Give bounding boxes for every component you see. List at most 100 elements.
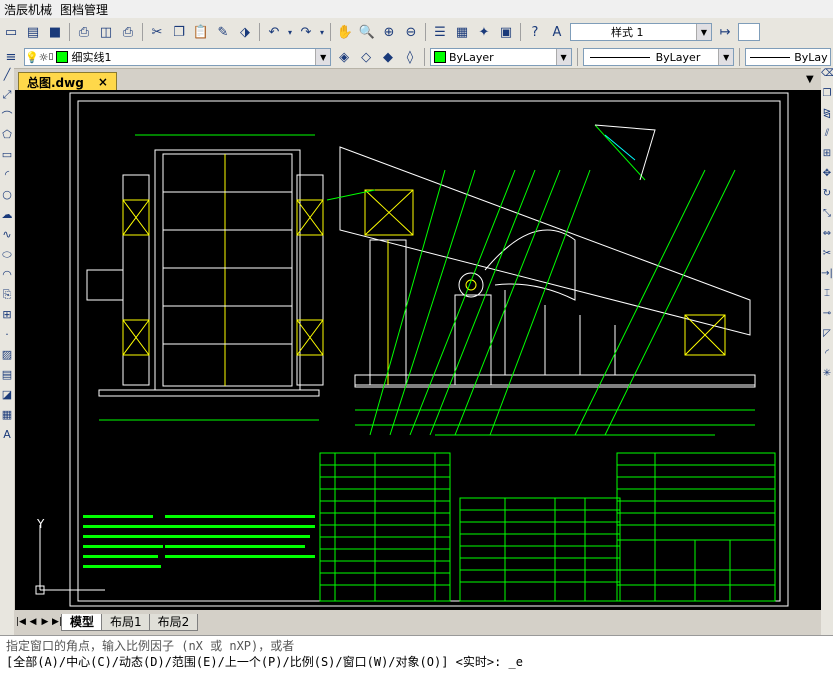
menu-item-docs[interactable]: 图档管理	[56, 1, 112, 18]
rectangle-icon[interactable]: ▭	[0, 148, 14, 168]
array-icon[interactable]: ⊞	[821, 148, 833, 168]
new-icon[interactable]: ▭	[1, 22, 21, 42]
drawing-canvas[interactable]: Y	[15, 90, 821, 610]
ellipse-arc-icon[interactable]: ◠	[0, 268, 14, 288]
calculator-icon[interactable]: ▣	[496, 22, 516, 42]
open-icon[interactable]: ▤	[23, 22, 43, 42]
point-icon[interactable]: ·	[0, 328, 14, 348]
make-block-icon[interactable]: ⊞	[0, 308, 14, 328]
break-icon[interactable]: ⌶	[821, 288, 833, 308]
layer-states-icon[interactable]: ◆	[378, 47, 398, 67]
circle-icon[interactable]: ○	[0, 188, 14, 208]
copy-icon[interactable]: ❐	[169, 22, 189, 42]
print-icon[interactable]: ⎙	[74, 22, 94, 42]
first-tab-icon[interactable]: |◀	[15, 617, 27, 627]
layer-name: 细实线1	[71, 51, 112, 64]
revcloud-icon[interactable]: ☁	[0, 208, 14, 228]
mirror-icon[interactable]: ⧎	[821, 108, 833, 128]
polygon-icon[interactable]: ⬠	[0, 128, 14, 148]
zoom-realtime-icon[interactable]: 🔍	[357, 22, 377, 42]
text-style-select[interactable]: 样式 1 ▼	[570, 23, 712, 41]
insert-block-icon[interactable]: ⎘	[0, 288, 14, 308]
hatch-icon[interactable]: ▨	[0, 348, 14, 368]
erase-icon[interactable]: ⌫	[821, 68, 833, 88]
tab-layout1[interactable]: 布局1	[101, 613, 151, 631]
fillet-icon[interactable]: ◜	[821, 348, 833, 368]
text-style-icon[interactable]: A	[547, 22, 567, 42]
tab-model[interactable]: 模型	[61, 613, 104, 631]
command-line[interactable]: 指定窗口的角点，输入比例因子 (nX 或 nXP)，或者 [全部(A)/中心(C…	[0, 635, 833, 674]
trim-icon[interactable]: ✂	[821, 248, 833, 268]
linetype-select[interactable]: ByLayer ▼	[582, 48, 735, 66]
standard-toolbar: ▭ ▤ ■ ⎙ ◫ ⎙ ✂ ❐ 📋 ✎ ⬗ ↶ ▾ ↷ ▾ ✋ 🔍 ⊕ ⊖ ☰ …	[0, 18, 833, 47]
layer-isolate-icon[interactable]: ◊	[400, 47, 420, 67]
redo-icon[interactable]: ↷	[296, 22, 316, 42]
chamfer-icon[interactable]: ◸	[821, 328, 833, 348]
prev-tab-icon[interactable]: ◀	[27, 617, 39, 627]
close-icon[interactable]: ×	[98, 75, 108, 89]
polyline-icon[interactable]: ⌒	[0, 108, 14, 128]
zoom-window-icon[interactable]: ⊕	[379, 22, 399, 42]
ellipse-icon[interactable]: ⬭	[0, 248, 14, 268]
copy-object-icon[interactable]: ❐	[821, 88, 833, 108]
tool-palette-icon[interactable]: ✦	[474, 22, 494, 42]
bom-table	[459, 497, 621, 602]
stretch-icon[interactable]: ⇔	[821, 228, 833, 248]
chevron-down-icon: ▼	[315, 49, 331, 65]
paste-icon[interactable]: 📋	[191, 22, 211, 42]
text-style-value: 样式 1	[611, 26, 644, 39]
side-view	[86, 134, 324, 421]
lineweight-value: ByLay	[794, 50, 828, 64]
draw-toolbar: ╱ ⤢ ⌒ ⬠ ▭ ◜ ○ ☁ ∿ ⬭ ◠ ⎘ ⊞ · ▨ ▤ ◪ ▦ A	[0, 68, 14, 638]
tab-list-dropdown-icon[interactable]: ▼	[806, 74, 814, 85]
gradient-icon[interactable]: ▤	[0, 368, 14, 388]
pan-icon[interactable]: ✋	[335, 22, 355, 42]
make-current-icon[interactable]: ◈	[334, 47, 354, 67]
cut-icon[interactable]: ✂	[147, 22, 167, 42]
spline-icon[interactable]: ∿	[0, 228, 14, 248]
redo-dropdown-icon[interactable]: ▾	[318, 22, 326, 42]
tab-layout2[interactable]: 布局2	[148, 613, 199, 631]
layer-previous-icon[interactable]: ◇	[356, 47, 376, 67]
move-icon[interactable]: ✥	[821, 168, 833, 188]
offset-icon[interactable]: ⫽	[821, 128, 833, 148]
dim-style-select[interactable]	[738, 23, 760, 41]
help-icon[interactable]: ?	[525, 22, 545, 42]
title-block	[616, 452, 776, 602]
plot-icon[interactable]: ⎙	[118, 22, 138, 42]
preview-icon[interactable]: ◫	[96, 22, 116, 42]
layer-select[interactable]: 💡 ☼ ▯ 细实线1 ▼	[23, 48, 332, 66]
arc-icon[interactable]: ◜	[0, 168, 14, 188]
next-tab-icon[interactable]: ▶	[39, 617, 51, 627]
rotate-icon[interactable]: ↻	[821, 188, 833, 208]
mtext-icon[interactable]: A	[0, 428, 14, 448]
match-prop-icon[interactable]: ✎	[213, 22, 233, 42]
layer-manager-icon[interactable]: ≡	[1, 47, 21, 67]
front-view	[339, 146, 756, 436]
design-center-icon[interactable]: ▦	[452, 22, 472, 42]
lineweight-select[interactable]: ByLay	[745, 48, 832, 66]
explode-icon[interactable]: ✳	[821, 368, 833, 388]
extend-icon[interactable]: →|	[821, 268, 833, 288]
block-icon[interactable]: ⬗	[235, 22, 255, 42]
tech-notes	[83, 515, 315, 568]
menu-bar: 浩辰机械 图档管理	[0, 0, 833, 18]
color-select[interactable]: ByLayer ▼	[429, 48, 572, 66]
save-icon[interactable]: ■	[45, 22, 65, 42]
document-tab[interactable]: 总图.dwg ×	[18, 72, 117, 91]
undo-icon[interactable]: ↶	[264, 22, 284, 42]
dim-style-icon[interactable]: ↦	[715, 22, 735, 42]
properties-icon[interactable]: ☰	[430, 22, 450, 42]
command-prompt-line[interactable]: [全部(A)/中心(C)/动态(D)/范围(E)/上一个(P)/比例(S)/窗口…	[0, 654, 833, 670]
menu-item-mech[interactable]: 浩辰机械	[0, 1, 56, 18]
line-icon[interactable]: ╱	[0, 68, 14, 88]
zoom-previous-icon[interactable]: ⊖	[401, 22, 421, 42]
svg-text:Y: Y	[36, 517, 45, 531]
lineweight-sample	[750, 56, 791, 58]
region-icon[interactable]: ◪	[0, 388, 14, 408]
join-icon[interactable]: ⊸	[821, 308, 833, 328]
scale-icon[interactable]: ⤡	[821, 208, 833, 228]
table-icon[interactable]: ▦	[0, 408, 14, 428]
construction-line-icon[interactable]: ⤢	[0, 88, 14, 108]
undo-dropdown-icon[interactable]: ▾	[286, 22, 294, 42]
